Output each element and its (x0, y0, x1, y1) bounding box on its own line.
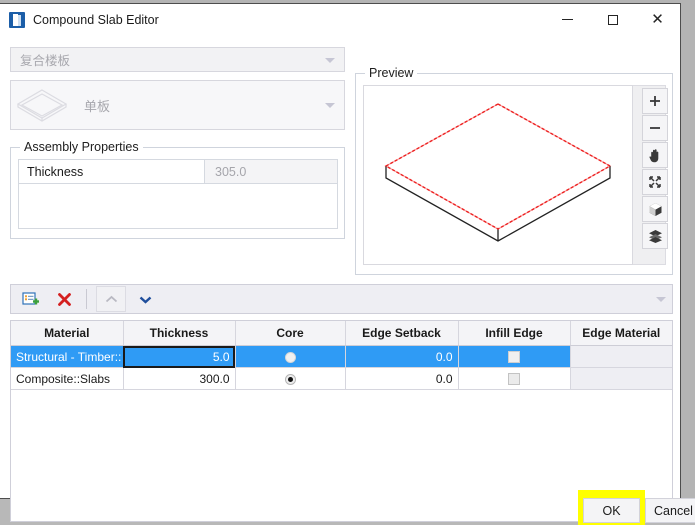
layer-type-value: 单板 (84, 98, 111, 114)
slab-app-icon (9, 11, 25, 28)
cell-material[interactable]: Structural - Timber:: (11, 345, 124, 368)
preview-toolbar (642, 88, 668, 249)
window-controls: ✕ (545, 4, 680, 35)
preview-title: Preview (365, 66, 418, 80)
title-bar: Compound Slab Editor ✕ (0, 4, 680, 35)
insert-row-icon[interactable] (15, 286, 45, 312)
chevron-down-icon (325, 57, 335, 63)
desktop-background-right (681, 0, 695, 502)
fit-to-view-icon[interactable] (642, 169, 668, 195)
column-header-edge-material[interactable]: Edge Material (570, 321, 672, 346)
compound-slab-editor-window: Compound Slab Editor ✕ 复合楼板 单板 Assembly … (0, 3, 695, 525)
cell-material[interactable]: Composite::Slabs (11, 367, 124, 390)
cell-core[interactable] (235, 367, 346, 390)
column-header-edge-setback[interactable]: Edge Setback (345, 321, 459, 346)
cell-core[interactable] (235, 345, 346, 368)
pan-hand-icon[interactable] (642, 142, 668, 168)
cell-edge-material[interactable] (570, 345, 672, 368)
infill-edge-checkbox[interactable] (508, 373, 520, 386)
table-row[interactable]: Composite::Slabs 300.0 0.0 (11, 367, 672, 390)
thickness-label: Thickness (18, 159, 205, 184)
table-header-row: Material Thickness Core Edge Setback Inf… (11, 321, 672, 346)
table-row[interactable]: Structural - Timber:: 5.0 0.0 (11, 345, 672, 368)
thickness-row: Thickness 305.0 (18, 159, 338, 184)
delete-row-icon[interactable] (49, 286, 79, 312)
cell-edge-material[interactable] (570, 367, 672, 390)
cell-infill-edge[interactable] (458, 367, 571, 390)
cell-edge-setback[interactable]: 0.0 (345, 345, 459, 368)
chevron-down-icon (325, 103, 335, 108)
layers-icon[interactable] (642, 223, 668, 249)
thickness-value[interactable]: 305.0 (205, 159, 338, 184)
assembly-type-combo[interactable]: 复合楼板 (10, 47, 345, 72)
toolbar-separator (86, 289, 87, 309)
assembly-properties-group: Assembly Properties Thickness 305.0 (10, 140, 345, 239)
minimize-icon (562, 19, 573, 20)
core-radio[interactable] (284, 351, 296, 363)
infill-edge-checkbox[interactable] (508, 351, 520, 364)
minimize-button[interactable] (545, 4, 590, 35)
layers-toolbar (10, 284, 673, 314)
assembly-properties-title: Assembly Properties (20, 140, 143, 154)
zoom-out-icon[interactable] (642, 115, 668, 141)
close-icon: ✕ (651, 10, 664, 28)
maximize-icon (607, 14, 618, 25)
close-button[interactable]: ✕ (635, 4, 680, 35)
maximize-button[interactable] (590, 4, 635, 35)
orbit-3d-cube-icon[interactable] (642, 196, 668, 222)
zoom-in-icon[interactable] (642, 88, 668, 114)
column-header-material[interactable]: Material (11, 321, 124, 346)
column-header-core[interactable]: Core (235, 321, 346, 346)
assembly-properties-empty-area (18, 184, 338, 229)
toolbar-overflow-icon[interactable] (656, 296, 666, 302)
window-title: Compound Slab Editor (33, 12, 159, 27)
core-radio[interactable] (284, 373, 296, 385)
cell-thickness[interactable]: 300.0 (123, 367, 236, 390)
cell-infill-edge[interactable] (458, 345, 571, 368)
preview-group: Preview (355, 66, 673, 275)
layer-type-combo[interactable]: 单板 (10, 80, 345, 130)
move-down-icon[interactable] (130, 286, 160, 312)
preview-3d-viewport[interactable] (363, 85, 633, 265)
column-header-infill-edge[interactable]: Infill Edge (458, 321, 571, 346)
assembly-type-value: 复合楼板 (20, 54, 71, 68)
cell-edge-setback[interactable]: 0.0 (345, 367, 459, 390)
layers-table: Material Thickness Core Edge Setback Inf… (10, 320, 673, 522)
column-header-thickness[interactable]: Thickness (123, 321, 236, 346)
slab-diamond-icon (12, 81, 72, 129)
cell-thickness[interactable]: 5.0 (123, 345, 236, 368)
move-up-icon[interactable] (96, 286, 126, 312)
